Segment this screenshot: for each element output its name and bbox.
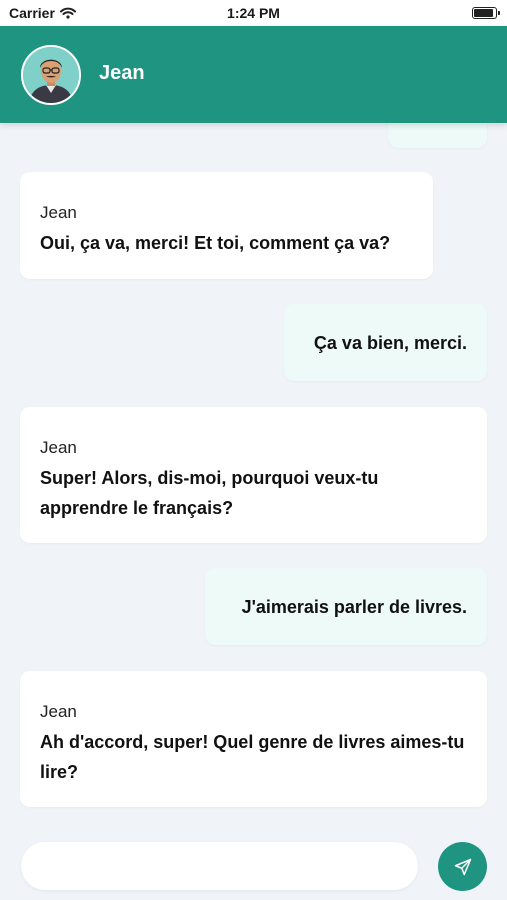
message-text: Ah d'accord, super! Quel genre de livres… [40,732,465,782]
person-avatar-icon [23,47,79,103]
message-sender: Jean [40,438,77,457]
message-text: Ça va bien, merci. [313,332,467,353]
avatar[interactable] [21,45,81,105]
message-bubble-incoming: Jean Oui, ça va, merci! Et toi, comment … [20,172,433,279]
contact-name[interactable]: Jean [99,62,145,85]
message-text: J'aimerais parler de livres. [241,596,467,617]
battery-icon [472,7,500,19]
message-input[interactable] [21,842,418,890]
message-bubble-incoming: Jean Ah d'accord, super! Quel genre de l… [20,671,487,807]
chat-thread[interactable]: Jean Oui, ça va, merci! Et toi, comment … [0,0,507,900]
status-time: 1:24 PM [227,5,280,21]
chat-header: Jean [0,26,507,123]
status-bar: Carrier 1:24 PM [0,0,507,26]
message-bubble-outgoing: J'aimerais parler de livres. [205,568,487,645]
message-sender: Jean [40,203,77,222]
message-text: Oui, ça va, merci! Et toi, comment ça va… [40,233,391,253]
message-composer [0,830,507,900]
send-icon [454,858,471,875]
message-sender: Jean [40,702,77,721]
battery-level [474,9,493,17]
message-bubble-outgoing: Ça va bien, merci. [284,304,487,381]
send-button[interactable] [438,842,487,891]
message-bubble-incoming: Jean Super! Alors, dis-moi, pourquoi veu… [20,407,487,543]
message-text: Super! Alors, dis-moi, pourquoi veux-tu … [40,468,379,518]
